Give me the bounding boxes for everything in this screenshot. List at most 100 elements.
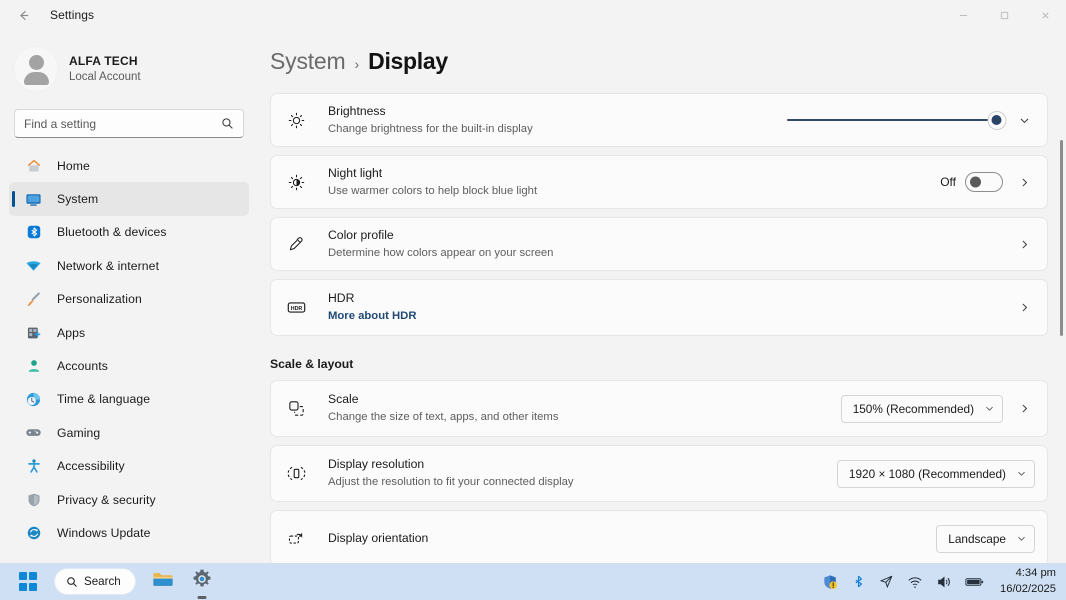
- sidebar-item-home[interactable]: Home: [9, 149, 249, 182]
- content-scrollbar[interactable]: [1060, 140, 1063, 336]
- clock-date: 16/02/2025: [1000, 582, 1056, 595]
- maximize-button[interactable]: [984, 0, 1025, 30]
- sidebar-item-privacy-security[interactable]: Privacy & security: [9, 483, 249, 516]
- card-subtitle: Adjust the resolution to fit your connec…: [328, 476, 574, 489]
- card-subtitle: Determine how colors appear on your scre…: [328, 246, 554, 259]
- back-button[interactable]: [8, 0, 38, 30]
- sidebar-item-time-language[interactable]: Time & language: [9, 383, 249, 416]
- account-subtitle: Local Account: [69, 70, 141, 83]
- update-icon: [25, 524, 42, 541]
- sidebar-item-label: Gaming: [57, 425, 101, 440]
- clock-time: 4:34 pm: [1015, 567, 1056, 580]
- chevron-right-icon[interactable]: [1013, 297, 1035, 319]
- card-title: Display orientation: [328, 530, 429, 545]
- sidebar-item-label: System: [57, 192, 99, 207]
- wifi-icon: [25, 257, 42, 274]
- display-resolution-dropdown[interactable]: 1920 × 1080 (Recommended): [836, 459, 1035, 488]
- chevron-right-icon[interactable]: [1013, 233, 1035, 255]
- scale-card[interactable]: Scale Change the size of text, apps, and…: [270, 380, 1048, 437]
- account-block[interactable]: ALFA TECH Local Account: [14, 42, 258, 96]
- card-title: Color profile: [328, 227, 394, 242]
- windows-start-icon: [18, 572, 38, 591]
- chevron-right-icon: ›: [354, 56, 360, 72]
- card-title: Brightness: [328, 103, 386, 118]
- scale-dropdown[interactable]: 150% (Recommended): [840, 394, 1003, 423]
- search-box[interactable]: [14, 109, 244, 138]
- selection-indicator: [12, 191, 15, 208]
- hdr-card[interactable]: HDR HDR More about HDR: [270, 279, 1048, 336]
- sidebar-item-bluetooth-devices[interactable]: Bluetooth & devices: [9, 216, 249, 249]
- hdr-learn-more-link[interactable]: More about HDR: [328, 309, 1013, 324]
- chevron-right-icon[interactable]: [1013, 398, 1035, 420]
- scale-value: 150% (Recommended): [852, 401, 974, 416]
- gear-icon: [191, 568, 213, 595]
- card-title: HDR: [328, 291, 355, 306]
- sidebar-item-label: Network & internet: [57, 258, 160, 273]
- breadcrumb-root[interactable]: System: [270, 48, 346, 75]
- shield-icon: [25, 491, 42, 508]
- window-title: Settings: [50, 8, 95, 22]
- sidebar-item-gaming[interactable]: Gaming: [9, 416, 249, 449]
- display-orientation-value: Landscape: [948, 531, 1006, 546]
- card-subtitle: Change the size of text, apps, and other…: [328, 411, 559, 424]
- color-profile-card[interactable]: Color profile Determine how colors appea…: [270, 217, 1048, 271]
- breadcrumb: System › Display: [270, 48, 1066, 75]
- settings-card-list: Brightness Change brightness for the bui…: [270, 93, 1048, 563]
- folder-icon: [152, 570, 174, 594]
- sidebar-item-accounts[interactable]: Accounts: [9, 349, 249, 382]
- speaker-icon[interactable]: [936, 574, 952, 590]
- sidebar-item-label: Personalization: [57, 292, 142, 307]
- sidebar-item-label: Time & language: [57, 392, 151, 407]
- sidebar-item-system[interactable]: System: [9, 182, 249, 216]
- account-person-icon: [25, 358, 42, 375]
- taskbar: Search 4:34 pm 16/02/2025: [0, 563, 1066, 600]
- eyedropper-icon: [285, 233, 307, 255]
- active-app-indicator: [197, 595, 207, 599]
- card-title: Night light: [328, 165, 383, 180]
- sidebar-item-personalization[interactable]: Personalization: [9, 283, 249, 316]
- sidebar-item-apps[interactable]: Apps: [9, 316, 249, 349]
- titlebar: Settings: [0, 0, 1066, 30]
- wifi-icon[interactable]: [907, 574, 923, 590]
- chevron-down-icon: [984, 403, 995, 414]
- display-orientation-card[interactable]: Display orientation Landscape: [270, 510, 1048, 563]
- bluetooth-icon[interactable]: [851, 574, 866, 589]
- sidebar-item-windows-update[interactable]: Windows Update: [9, 516, 249, 549]
- sidebar-item-label: Windows Update: [57, 525, 151, 540]
- start-button[interactable]: [10, 567, 46, 597]
- cursor-arrow-icon[interactable]: [879, 574, 894, 589]
- brightness-card[interactable]: Brightness Change brightness for the bui…: [270, 93, 1048, 147]
- chevron-right-icon[interactable]: [1013, 171, 1035, 193]
- brightness-slider[interactable]: [787, 109, 1007, 131]
- taskbar-search[interactable]: Search: [54, 568, 136, 595]
- display-resolution-card[interactable]: Display resolution Adjust the resolution…: [270, 445, 1048, 502]
- taskbar-settings[interactable]: [184, 567, 220, 599]
- gamepad-icon: [25, 424, 42, 441]
- chevron-down-icon[interactable]: [1013, 109, 1035, 131]
- accessibility-icon: [25, 458, 42, 475]
- sidebar-item-accessibility[interactable]: Accessibility: [9, 450, 249, 483]
- taskbar-search-label: Search: [84, 575, 121, 588]
- sidebar-item-label: Bluetooth & devices: [57, 225, 167, 240]
- battery-icon[interactable]: [965, 575, 984, 589]
- card-subtitle: Change brightness for the built-in displ…: [328, 122, 533, 135]
- sidebar-item-network-internet[interactable]: Network & internet: [9, 249, 249, 282]
- defender-shield-warning-icon[interactable]: [822, 574, 838, 590]
- close-button[interactable]: [1025, 0, 1066, 30]
- taskbar-clock[interactable]: 4:34 pm 16/02/2025: [1000, 566, 1056, 596]
- window-controls: [943, 0, 1066, 30]
- content-area: System › Display Brightness Change brigh…: [258, 30, 1066, 563]
- night-light-toggle[interactable]: [965, 172, 1003, 192]
- page-title: Display: [368, 48, 448, 74]
- card-title: Display resolution: [328, 457, 425, 472]
- search-icon: [66, 576, 78, 588]
- avatar: [14, 47, 58, 91]
- sidebar-item-label: Accessibility: [57, 459, 125, 474]
- settings-window: Settings ALFA TECH Local Account Find a …: [0, 0, 1066, 600]
- taskbar-file-explorer[interactable]: [145, 567, 181, 597]
- minimize-button[interactable]: [943, 0, 984, 30]
- bluetooth-icon: [25, 224, 42, 241]
- search-input[interactable]: [24, 116, 221, 131]
- night-light-card[interactable]: Night light Use warmer colors to help bl…: [270, 155, 1048, 209]
- display-orientation-dropdown[interactable]: Landscape: [936, 524, 1035, 553]
